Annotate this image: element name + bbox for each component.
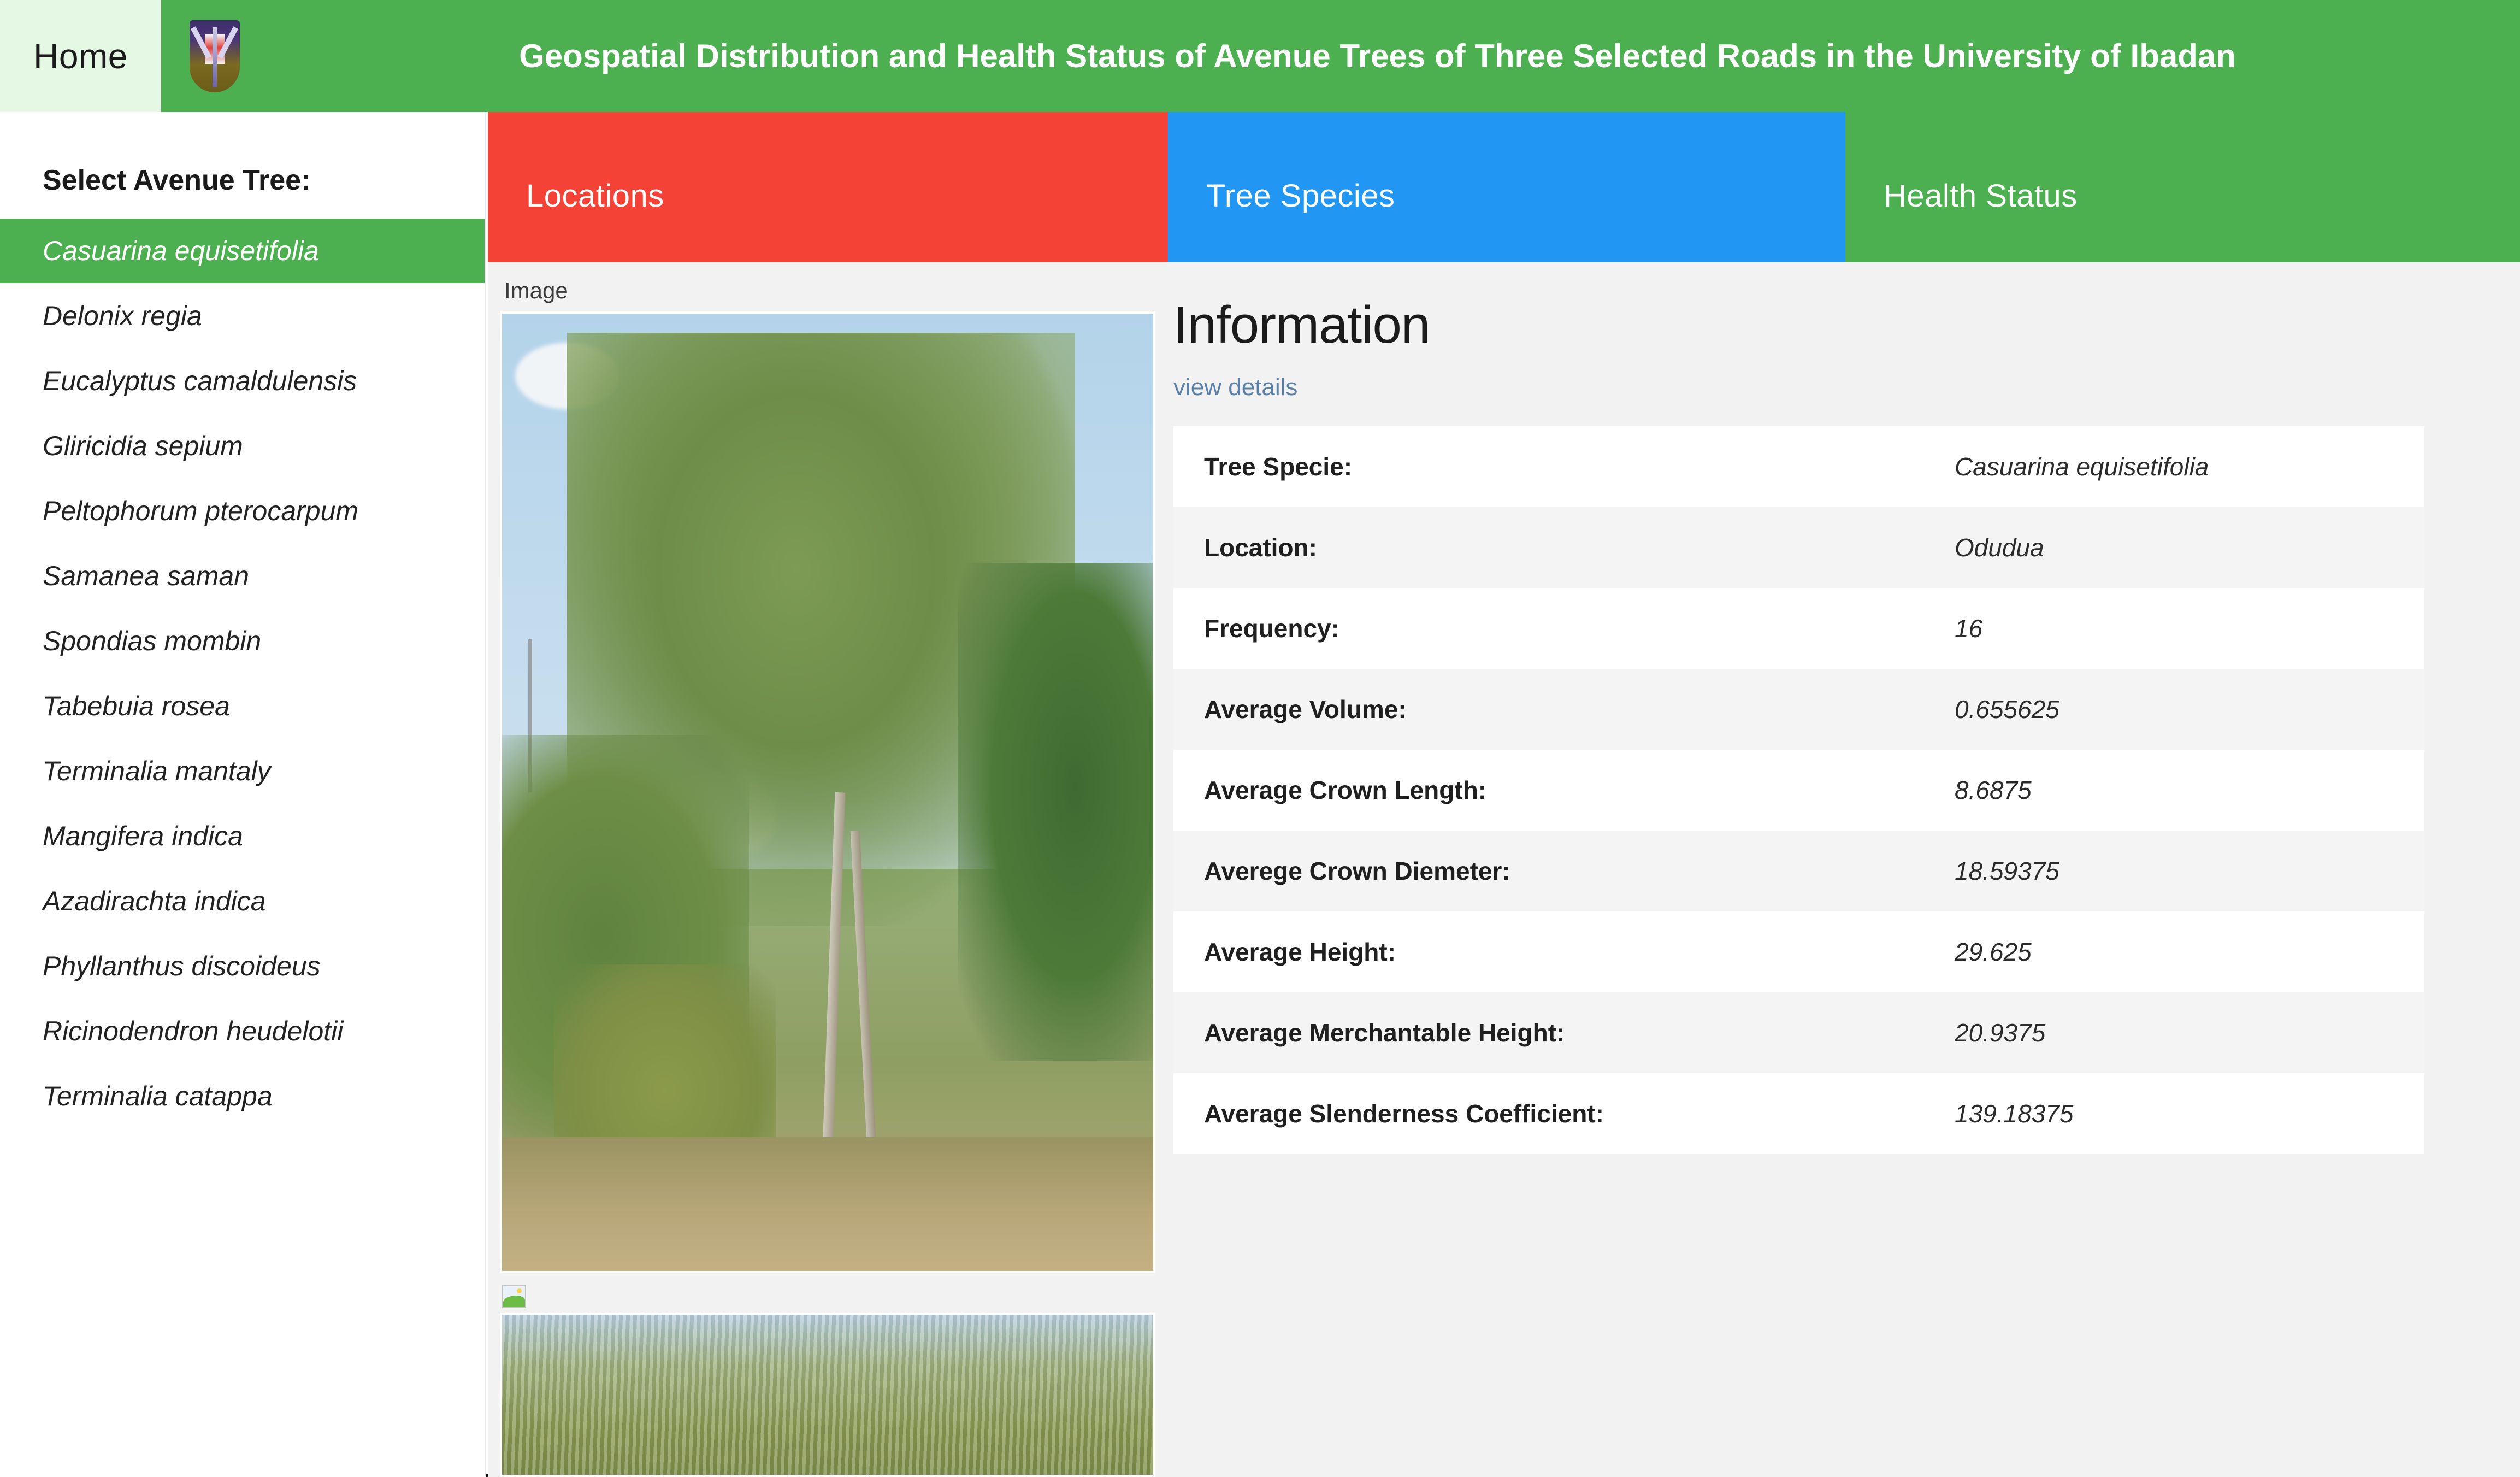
sidebar-item-casuarina-equisetifolia[interactable]: Casuarina equisetifolia: [0, 219, 485, 284]
table-row: Average Slenderness Coefficient: 139.183…: [1173, 1073, 2424, 1154]
detail-value-location: Odudua: [1955, 533, 2044, 562]
detail-value-tree-specie: Casuarina equisetifolia: [1955, 452, 2209, 481]
information-panel: Information view details Tree Specie: Ca…: [1173, 295, 2506, 1154]
detail-key-average-volume: Average Volume:: [1204, 695, 1407, 723]
sidebar-item-samanea-saman[interactable]: Samanea saman: [0, 544, 485, 609]
tile-tree-species[interactable]: Tree Species: [1168, 87, 1845, 262]
detail-value-average-crown-diameter: 18.59375: [1955, 857, 2059, 885]
table-row: Average Volume: 0.655625: [1173, 669, 2424, 750]
nav-home-link[interactable]: Home: [0, 0, 161, 112]
university-crest-icon: [161, 0, 268, 112]
page-title: Geospatial Distribution and Health Statu…: [519, 38, 2236, 74]
detail-key-average-crown-length: Average Crown Length:: [1204, 776, 1487, 804]
table-row: Tree Specie: Casuarina equisetifolia: [1173, 426, 2424, 507]
sidebar-item-mangifera-indica[interactable]: Mangifera indica: [0, 804, 485, 869]
table-row: Frequency: 16: [1173, 588, 2424, 669]
sidebar-item-terminalia-catappa[interactable]: Terminalia catappa: [0, 1064, 485, 1129]
detail-value-average-merchantable-height: 20.9375: [1955, 1019, 2046, 1047]
sidebar-item-terminalia-mantaly[interactable]: Terminalia mantaly: [0, 739, 485, 804]
table-row: Average Merchantable Height: 20.9375: [1173, 992, 2424, 1073]
top-navbar: Home Geospatial Distribution and Health …: [0, 0, 2520, 112]
tree-photo-primary[interactable]: [500, 311, 1155, 1273]
sidebar-heading: Select Avenue Tree:: [43, 164, 311, 196]
image-section-label: Image: [504, 278, 568, 303]
tile-health-status-label: Health Status: [1884, 178, 2078, 214]
sidebar-item-ricinodendron-heudelotii[interactable]: Ricinodendron heudelotii: [0, 999, 485, 1064]
table-row: Average Height: 29.625: [1173, 911, 2424, 992]
tile-health-status[interactable]: Health Status: [1845, 87, 2520, 262]
detail-key-location: Location:: [1204, 533, 1317, 562]
tile-tree-species-label: Tree Species: [1206, 178, 1395, 214]
detail-key-average-height: Average Height:: [1204, 938, 1396, 966]
view-details-link[interactable]: view details: [1173, 374, 1297, 401]
detail-key-tree-specie: Tree Specie:: [1204, 452, 1353, 481]
tree-photograph: [502, 314, 1153, 1271]
detail-key-average-slenderness-coefficient: Average Slenderness Coefficient:: [1204, 1099, 1604, 1128]
main-content: Image Information view details Tree Spec…: [488, 262, 2520, 1477]
table-row: Average Crown Length: 8.6875: [1173, 750, 2424, 831]
detail-key-frequency: Frequency:: [1204, 614, 1339, 643]
tile-locations[interactable]: Locations: [488, 87, 1168, 262]
nav-home-label: Home: [33, 36, 128, 76]
detail-value-average-slenderness-coefficient: 139.18375: [1955, 1099, 2074, 1128]
broken-image-icon: [502, 1285, 526, 1308]
category-tiles: Locations Tree Species Health Status: [488, 87, 2520, 262]
tree-details-table: Tree Specie: Casuarina equisetifolia Loc…: [1173, 426, 2424, 1154]
sidebar-item-gliricidia-sepium[interactable]: Gliricidia sepium: [0, 414, 485, 479]
tree-photograph-second: [502, 1315, 1153, 1475]
sidebar-item-spondias-mombin[interactable]: Spondias mombin: [0, 609, 485, 674]
sidebar-item-azadirachta-indica[interactable]: Azadirachta indica: [0, 869, 485, 934]
table-row: Averege Crown Diemeter: 18.59375: [1173, 831, 2424, 911]
tree-photo-secondary[interactable]: [500, 1313, 1155, 1477]
tile-locations-label: Locations: [526, 178, 664, 214]
sidebar: Select Avenue Tree: Casuarina equisetifo…: [0, 112, 486, 1477]
detail-value-average-height: 29.625: [1955, 938, 2032, 966]
detail-key-average-crown-diameter: Averege Crown Diemeter:: [1204, 857, 1510, 885]
sidebar-item-peltophorum-pterocarpum[interactable]: Peltophorum pterocarpum: [0, 479, 485, 544]
detail-value-average-crown-length: 8.6875: [1955, 776, 2032, 804]
avenue-tree-list: Casuarina equisetifolia Delonix regia Eu…: [0, 219, 485, 1129]
information-heading: Information: [1173, 296, 1430, 354]
detail-key-average-merchantable-height: Average Merchantable Height:: [1204, 1019, 1565, 1047]
table-row: Location: Odudua: [1173, 507, 2424, 588]
sidebar-item-delonix-regia[interactable]: Delonix regia: [0, 284, 485, 349]
sidebar-item-phyllanthus-discoideus[interactable]: Phyllanthus discoideus: [0, 934, 485, 999]
sidebar-item-eucalyptus-camaldulensis[interactable]: Eucalyptus camaldulensis: [0, 349, 485, 414]
detail-value-frequency: 16: [1955, 614, 1983, 643]
sidebar-item-tabebuia-rosea[interactable]: Tabebuia rosea: [0, 674, 485, 739]
detail-value-average-volume: 0.655625: [1955, 695, 2059, 723]
